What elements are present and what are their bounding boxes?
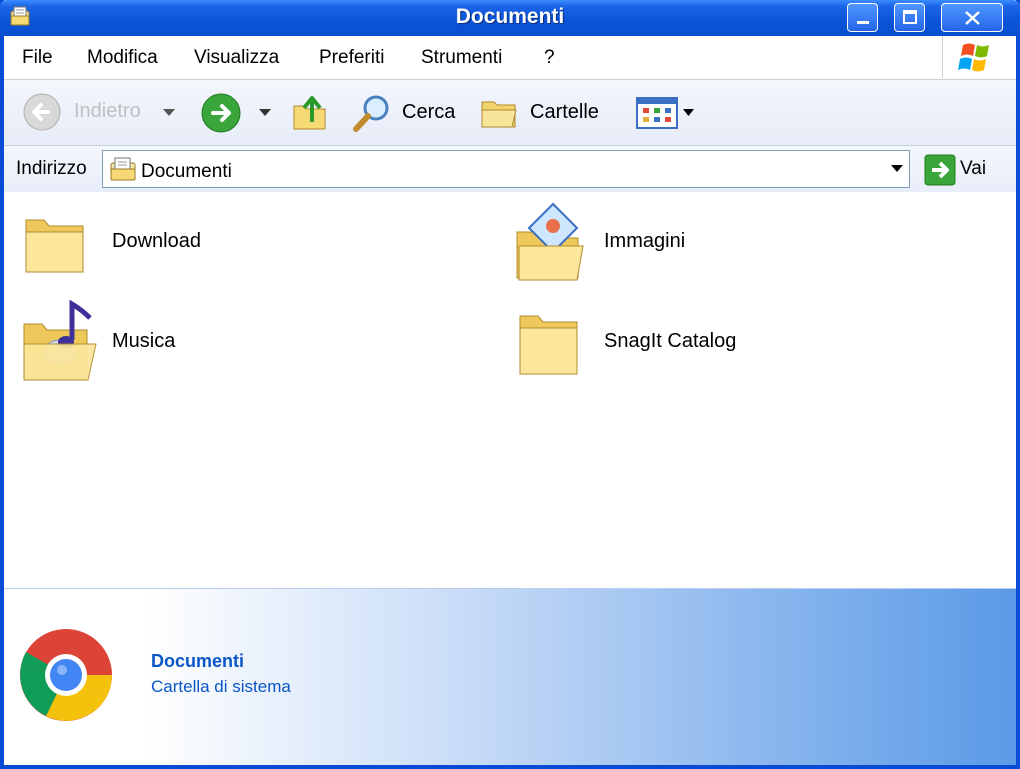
title-bar[interactable]: Documenti <box>0 0 1020 36</box>
search-button[interactable]: Cerca <box>350 92 465 134</box>
address-label: Indirizzo <box>16 158 87 179</box>
maximize-button[interactable] <box>894 3 925 32</box>
back-button[interactable]: Indietro <box>22 92 182 132</box>
folder-item-snagit-catalog[interactable]: SnagIt Catalog <box>516 308 836 388</box>
search-icon <box>353 95 389 132</box>
folder-label: Download <box>112 230 201 252</box>
folders-button[interactable]: Cartelle <box>478 92 613 134</box>
folder-view: Download Immagini Musica SnagIt Catalog <box>4 192 1016 590</box>
address-bar: Indirizzo Documenti Vai <box>4 146 1016 192</box>
folders-icon <box>481 101 517 128</box>
folder-item-immagini[interactable]: Immagini <box>511 202 831 282</box>
pictures-folder-icon <box>516 202 584 281</box>
documents-folder-icon <box>110 157 136 181</box>
menu-preferiti[interactable]: Preferiti <box>319 47 384 69</box>
folder-icon <box>25 219 84 273</box>
close-button[interactable] <box>941 3 1003 32</box>
back-dropdown-icon <box>163 109 175 116</box>
minimize-button[interactable] <box>847 3 878 32</box>
menu-strumenti[interactable]: Strumenti <box>421 47 502 69</box>
forward-button[interactable] <box>200 92 280 133</box>
menu-help[interactable]: ? <box>544 47 555 69</box>
up-folder-button[interactable] <box>290 90 332 134</box>
folder-icon <box>519 315 578 375</box>
close-icon <box>965 11 980 25</box>
menu-bar: File Modifica Visualizza Preferiti Strum… <box>4 36 1016 80</box>
folder-item-download[interactable]: Download <box>20 206 340 286</box>
menu-file[interactable]: File <box>22 47 53 69</box>
details-pane: Documenti Cartella di sistema <box>4 588 1016 765</box>
folder-label: SnagIt Catalog <box>604 330 737 352</box>
back-label: Indietro <box>74 100 141 122</box>
folder-up-icon <box>293 96 326 130</box>
forward-arrow-icon <box>201 93 241 133</box>
music-folder-icon <box>23 300 97 381</box>
menu-modifica[interactable]: Modifica <box>87 47 158 69</box>
address-value: Documenti <box>141 161 232 182</box>
chrome-icon <box>20 629 113 721</box>
go-button[interactable]: Vai <box>920 152 1010 186</box>
standard-toolbar: Indietro Cerca Cartelle <box>4 80 1016 146</box>
explorer-window: Documenti File Modifica Visualizza Prefe… <box>0 0 1020 769</box>
windows-flag-icon <box>958 43 989 72</box>
folder-label: Musica <box>112 330 176 352</box>
address-dropdown-icon[interactable] <box>891 165 903 172</box>
search-label: Cerca <box>402 101 456 123</box>
minimize-icon <box>857 21 869 24</box>
details-type: Cartella di sistema <box>151 677 291 696</box>
menu-visualizza[interactable]: Visualizza <box>194 47 279 69</box>
details-title: Documenti <box>151 651 245 671</box>
views-icon <box>636 97 694 129</box>
folders-label: Cartelle <box>530 101 599 123</box>
go-label: Vai <box>960 158 987 179</box>
views-button[interactable] <box>634 94 698 132</box>
folder-label: Immagini <box>604 230 686 252</box>
address-input[interactable]: Documenti <box>102 150 910 188</box>
back-arrow-icon <box>23 93 61 131</box>
windows-logo <box>942 36 1001 78</box>
restore-icon <box>903 10 917 24</box>
go-arrow-icon <box>924 154 956 186</box>
folder-item-musica[interactable]: Musica <box>20 300 340 381</box>
forward-dropdown-icon <box>259 109 271 116</box>
